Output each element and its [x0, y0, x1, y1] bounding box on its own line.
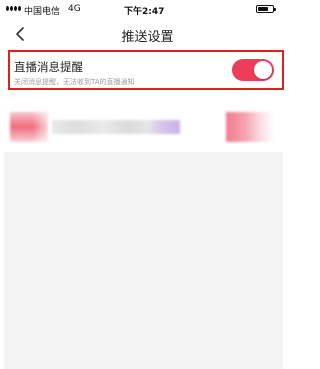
blurred-avatar	[10, 112, 48, 142]
content-area	[4, 152, 283, 369]
nav-bar: 推送设置	[0, 20, 295, 48]
live-notification-setting: 直播消息提醒 关闭消息提醒，无法收到TA的直播通知	[8, 50, 284, 90]
toggle-knob	[254, 61, 272, 79]
status-bar: 中国电信 4G 下午2:47	[0, 0, 295, 20]
carrier-label: 中国电信	[24, 7, 61, 17]
signal-icon	[6, 6, 21, 11]
network-type: 4G	[68, 4, 81, 14]
battery-icon	[256, 5, 276, 13]
live-notification-toggle[interactable]	[232, 59, 274, 81]
setting-description: 关闭消息提醒，无法收到TA的直播通知	[14, 78, 135, 86]
blurred-text	[52, 120, 180, 134]
blurred-badge	[226, 112, 274, 142]
page-title: 推送设置	[121, 30, 174, 45]
setting-title: 直播消息提醒	[14, 60, 83, 74]
list-item[interactable]	[0, 112, 295, 142]
status-time: 下午2:47	[124, 7, 165, 17]
